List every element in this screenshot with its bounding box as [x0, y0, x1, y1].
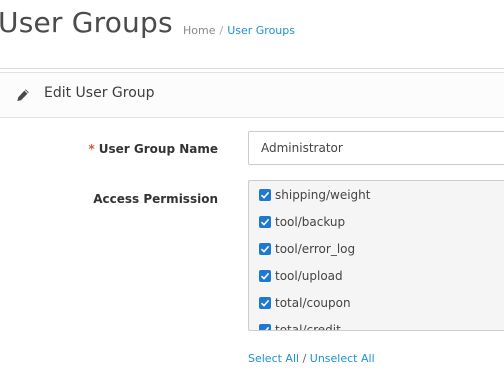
- panel-title: Edit User Group: [44, 85, 155, 101]
- checkbox-checked[interactable]: [259, 324, 271, 330]
- permission-item[interactable]: tool/error_log: [259, 242, 355, 258]
- permission-item[interactable]: total/coupon: [259, 296, 351, 312]
- permission-label: tool/backup: [275, 215, 346, 229]
- checkbox-checked[interactable]: [259, 243, 271, 255]
- breadcrumb: Home / User Groups: [183, 24, 295, 37]
- access-permission-list[interactable]: shipping/weight tool/backup tool/error_l…: [248, 180, 504, 331]
- group-name-label: * User Group Name: [88, 142, 218, 156]
- select-all-link[interactable]: Select All: [248, 352, 299, 365]
- group-name-input[interactable]: Administrator: [248, 131, 504, 165]
- permission-label: total/credit: [275, 323, 341, 331]
- breadcrumb-separator: /: [219, 24, 224, 37]
- checkbox-checked[interactable]: [259, 297, 271, 309]
- permission-item[interactable]: tool/backup: [259, 215, 345, 231]
- permission-item[interactable]: total/credit: [259, 323, 341, 331]
- checkbox-checked[interactable]: [259, 270, 271, 282]
- select-links: Select All / Unselect All: [248, 352, 375, 365]
- page-title: User Groups: [0, 6, 173, 39]
- breadcrumb-user-groups-link[interactable]: User Groups: [227, 24, 295, 37]
- panel-heading: Edit User Group: [0, 72, 504, 118]
- permission-label: total/coupon: [275, 296, 351, 310]
- permission-label: shipping/weight: [275, 188, 371, 202]
- pencil-icon: [16, 87, 30, 101]
- permission-label: tool/upload: [275, 269, 343, 283]
- group-name-label-text: User Group Name: [98, 142, 218, 156]
- permission-item[interactable]: shipping/weight: [259, 188, 370, 204]
- breadcrumb-home-link[interactable]: Home: [183, 24, 215, 37]
- permission-label: tool/error_log: [275, 242, 356, 256]
- checkbox-checked[interactable]: [259, 189, 271, 201]
- checkbox-checked[interactable]: [259, 216, 271, 228]
- unselect-all-link[interactable]: Unselect All: [310, 352, 375, 365]
- select-links-separator: /: [299, 352, 310, 365]
- permission-item[interactable]: tool/upload: [259, 269, 343, 285]
- required-marker: *: [88, 142, 95, 156]
- access-permission-label: Access Permission: [93, 192, 218, 206]
- page-header: User Groups Home / User Groups: [0, 0, 504, 69]
